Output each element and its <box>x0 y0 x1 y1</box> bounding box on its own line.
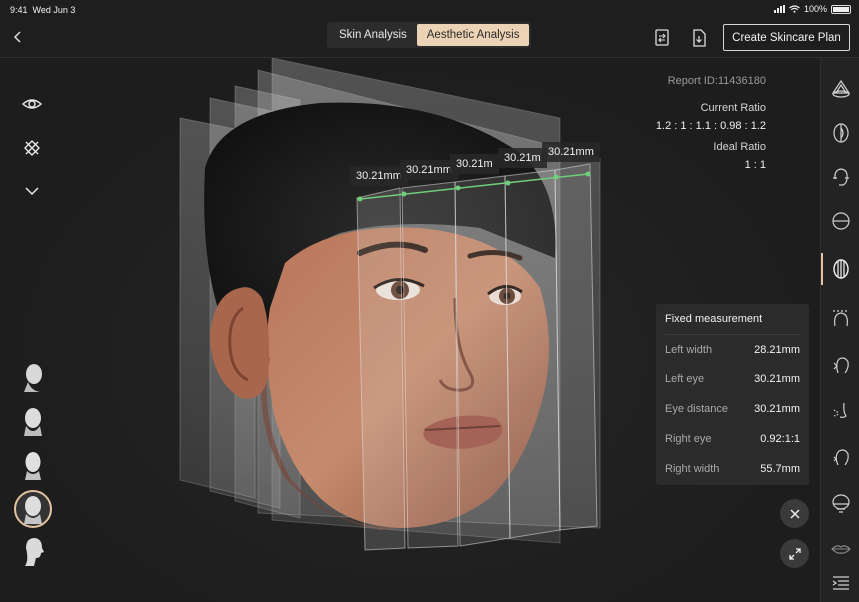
sidebar-item-face-vertical[interactable] <box>821 250 859 288</box>
close-icon <box>789 508 800 519</box>
close-button[interactable] <box>780 499 809 528</box>
compare-icon <box>655 29 669 46</box>
status-time: 9:41 Wed Jun 3 <box>10 5 76 15</box>
fixed-measurement-panel: Fixed measurement Left width 28.21mm Lef… <box>656 304 809 485</box>
measurement-row-value: 28.21mm <box>754 344 800 356</box>
wifi-icon <box>789 5 800 13</box>
head-side-icon <box>832 168 849 186</box>
export-button[interactable] <box>689 27 709 49</box>
head-front-icon <box>24 364 42 392</box>
measurement-row-value: 30.21mm <box>754 373 800 385</box>
measurement-label: 30.21m <box>450 154 499 174</box>
measurement-row: Left eye 30.21mm <box>665 364 800 394</box>
sidebar-item-face-contour[interactable] <box>821 70 859 108</box>
head-right-icon <box>25 452 41 480</box>
panel-title: Fixed measurement <box>665 313 763 325</box>
sidebar-item-chin[interactable] <box>821 484 859 522</box>
head-view-left[interactable] <box>16 404 50 438</box>
face-vertical-icon <box>832 259 849 279</box>
forehead-icon <box>832 310 849 327</box>
expand-tools-button[interactable] <box>20 178 44 202</box>
face-contour-icon <box>831 79 850 98</box>
sidebar-item-lips[interactable] <box>821 530 859 568</box>
head-three-quarter-icon <box>24 496 42 524</box>
head-profile-icon <box>25 538 44 566</box>
tab-aesthetic-analysis[interactable]: Aesthetic Analysis <box>416 24 530 46</box>
measurement-label: 30.21mm <box>542 142 600 162</box>
measurement-row: Eye distance 30.21mm <box>665 394 800 424</box>
analysis-sidebar <box>820 58 859 602</box>
battery-icon <box>831 4 851 14</box>
measurement-row-label: Eye distance <box>665 403 728 415</box>
report-id: Report ID:11436180 <box>667 75 766 87</box>
analysis-tabs: Skin Analysis Aesthetic Analysis <box>327 22 532 48</box>
measurement-row-value: 30.21mm <box>754 403 800 415</box>
create-skincare-plan-button[interactable]: Create Skincare Plan <box>723 24 850 51</box>
back-button[interactable] <box>8 25 28 49</box>
status-bar: 9:41 Wed Jun 3 100% <box>0 0 859 18</box>
ideal-ratio-value: 1 : 1 <box>744 159 766 171</box>
chevron-down-icon <box>25 187 39 196</box>
measurement-row: Right eye 0.92:1:1 <box>665 424 800 454</box>
grid-toggle-icon <box>24 140 40 156</box>
grid-toggle-button[interactable] <box>20 136 44 160</box>
chevron-left-icon <box>13 31 21 43</box>
current-ratio-value: 1.2 : 1 : 1.1 : 0.98 : 1.2 <box>655 120 766 132</box>
compare-button[interactable] <box>652 27 672 49</box>
battery-percent: 100% <box>803 4 827 14</box>
measurement-row-label: Left width <box>665 344 713 356</box>
eye-icon <box>21 99 43 109</box>
head-view-profile[interactable] <box>16 534 50 568</box>
measurement-row: Right width 55.7mm <box>665 454 800 484</box>
export-icon <box>693 29 706 47</box>
chin-icon <box>831 494 850 513</box>
measurement-row-label: Left eye <box>665 373 705 385</box>
ideal-ratio-label: Ideal Ratio <box>713 141 766 153</box>
lips-icon <box>830 545 851 554</box>
sidebar-item-jaw[interactable] <box>821 438 859 476</box>
head-left-icon <box>24 408 42 436</box>
face-split-icon <box>832 123 849 143</box>
jaw-icon <box>833 449 849 466</box>
measurement-row: Left width 28.21mm <box>665 334 800 364</box>
sidebar-item-nose[interactable] <box>821 392 859 430</box>
sidebar-item-face-horizontal[interactable] <box>821 202 859 240</box>
fullscreen-button[interactable] <box>780 539 809 568</box>
signal-icon <box>773 5 785 13</box>
current-ratio-label: Current Ratio <box>700 102 766 114</box>
measurement-row-label: Right width <box>665 463 720 475</box>
measurement-planes-front <box>356 163 598 551</box>
sidebar-item-face-split[interactable] <box>821 114 859 152</box>
sidebar-item-profile[interactable] <box>821 346 859 384</box>
sidebar-item-head-side[interactable] <box>821 158 859 196</box>
status-right: 100% <box>773 4 851 14</box>
measurement-row-value: 0.92:1:1 <box>760 433 800 445</box>
head-view-right[interactable] <box>16 448 50 482</box>
sidebar-item-forehead[interactable] <box>821 300 859 338</box>
measurement-row-label: Right eye <box>665 433 712 445</box>
measurement-label: 30.21m <box>498 148 547 168</box>
nose-icon <box>833 402 847 418</box>
sidebar-item-menu[interactable] <box>821 564 859 602</box>
head-view-front[interactable] <box>16 360 50 394</box>
visibility-toggle-button[interactable] <box>20 92 44 116</box>
menu-icon <box>832 576 849 590</box>
profile-icon <box>833 357 849 374</box>
measurement-row-value: 55.7mm <box>760 463 800 475</box>
tab-skin-analysis[interactable]: Skin Analysis <box>329 24 417 46</box>
expand-icon <box>788 547 801 560</box>
head-view-three-quarter[interactable] <box>14 490 52 528</box>
face-horizontal-icon <box>831 212 850 230</box>
